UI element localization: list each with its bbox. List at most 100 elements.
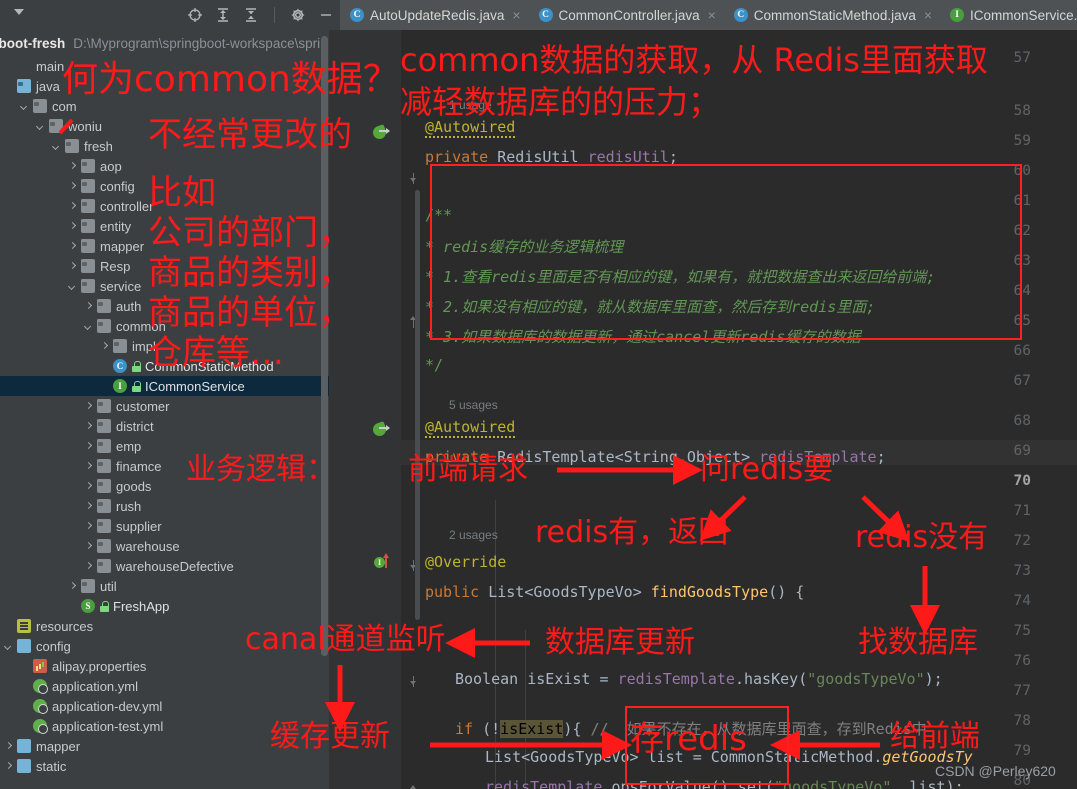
close-icon[interactable]: × — [512, 8, 520, 22]
chevron-right-icon[interactable] — [68, 222, 77, 231]
run-gutter-icon[interactable] — [371, 124, 390, 141]
tree-item-alipay-properties[interactable]: alipay.properties — [0, 656, 329, 676]
collapse-all-icon[interactable] — [243, 7, 259, 23]
chevron-down-icon[interactable] — [14, 9, 24, 15]
chevron-right-icon[interactable] — [68, 582, 77, 591]
chevron-right-icon[interactable] — [68, 202, 77, 211]
tree-item-district[interactable]: district — [0, 416, 329, 436]
chevron-right-icon[interactable] — [84, 502, 93, 511]
chevron-right-icon[interactable] — [100, 342, 109, 351]
chevron-right-icon[interactable] — [84, 482, 93, 491]
tree-item-application-yml[interactable]: application.yml — [0, 676, 329, 696]
run-gutter-icon[interactable] — [371, 421, 390, 438]
annotation-rarely-changed: 不经常更改的 — [148, 115, 352, 155]
tab-icommon-service[interactable]: I ICommonService.java × — [940, 0, 1077, 30]
line-number[interactable]: 67 — [1001, 373, 1031, 389]
package-icon — [81, 239, 95, 253]
tree-item-label: alipay.properties — [52, 658, 147, 674]
chevron-right-icon[interactable] — [68, 182, 77, 191]
line-number[interactable]: 77 — [1001, 683, 1031, 699]
line-number[interactable]: 75 — [1001, 623, 1031, 639]
chevron-right-icon[interactable] — [84, 542, 93, 551]
expand-all-icon[interactable] — [215, 7, 231, 23]
package-icon — [65, 139, 79, 153]
annotation-frontend-request: 前端请求 — [408, 452, 528, 487]
line-number[interactable]: 58 — [1001, 103, 1031, 119]
gear-icon[interactable] — [290, 7, 306, 23]
chevron-right-icon[interactable] — [84, 402, 93, 411]
line-number[interactable]: 73 — [1001, 563, 1031, 579]
line-number[interactable]: 57 — [1001, 50, 1031, 66]
close-icon[interactable]: × — [708, 8, 716, 22]
close-icon[interactable]: × — [924, 8, 932, 22]
usage-hint[interactable]: 5 usages — [449, 398, 498, 412]
chevron-right-icon[interactable] — [84, 522, 93, 531]
line-number[interactable]: 59 — [1001, 133, 1031, 149]
chevron-right-icon[interactable] — [4, 742, 13, 751]
chevron-right-icon[interactable] — [84, 302, 93, 311]
line-number[interactable]: 69 — [1001, 443, 1031, 459]
chevron-down-icon[interactable] — [68, 282, 77, 291]
tree-item-icommonservice[interactable]: I ICommonService — [0, 376, 329, 396]
package-icon — [81, 279, 95, 293]
code-line-58[interactable]: @Autowired — [425, 118, 516, 138]
chevron-right-icon[interactable] — [84, 442, 93, 451]
chevron-right-icon[interactable] — [68, 262, 77, 271]
locate-icon[interactable] — [187, 7, 203, 23]
chevron-right-icon[interactable] — [84, 562, 93, 571]
annotation-what-is-common: 何为common数据？ — [62, 59, 399, 100]
tab-common-static-method[interactable]: C CommonStaticMethod.java × — [724, 0, 940, 30]
line-number[interactable]: 66 — [1001, 343, 1031, 359]
project-path-row[interactable]: -boot-fresh D:\Myprogram\springboot-work… — [0, 30, 340, 56]
line-number[interactable]: 70 — [1001, 473, 1031, 489]
tree-item-util[interactable]: util — [0, 576, 329, 596]
override-gutter-icon[interactable]: I — [374, 553, 390, 570]
tree-item-application-dev-yml[interactable]: application-dev.yml — [0, 696, 329, 716]
tree-item-warehousedefective[interactable]: warehouseDefective — [0, 556, 329, 576]
tree-item-label: Resp — [100, 258, 131, 274]
chevron-right-icon[interactable] — [4, 762, 13, 771]
tree-item-rush[interactable]: rush — [0, 496, 329, 516]
code-line-66[interactable]: */ — [425, 356, 443, 374]
tab-common-controller[interactable]: C CommonController.java × — [529, 0, 724, 30]
line-number[interactable]: 74 — [1001, 593, 1031, 609]
package-icon — [97, 519, 111, 533]
chevron-right-icon[interactable] — [84, 422, 93, 431]
chevron-down-icon[interactable] — [84, 322, 93, 331]
line-number[interactable]: 76 — [1001, 653, 1031, 669]
code-editor[interactable]: 57 58 59 60 61 62 63 64 65 66 67 68 69 70 71 72 73 74 75 76… — [329, 30, 1077, 789]
minimize-icon[interactable] — [318, 7, 334, 23]
code-line-73[interactable]: public List<GoodsTypeVo> findGoodsType()… — [425, 583, 804, 601]
annotation-goods-category: 商品的类别， — [148, 253, 352, 293]
project-tree[interactable]: main java com woniu fresh aop config controller… — [0, 56, 329, 789]
chevron-down-icon[interactable] — [20, 102, 29, 111]
chevron-right-icon[interactable] — [68, 162, 77, 171]
chevron-down-icon[interactable] — [4, 642, 13, 651]
line-number[interactable]: 72 — [1001, 533, 1031, 549]
line-number[interactable]: 68 — [1001, 413, 1031, 429]
code-line-72[interactable]: @Override — [425, 553, 506, 571]
project-path: D:\Myprogram\springboot-workspace\sprin — [73, 35, 328, 51]
tree-item-supplier[interactable]: supplier — [0, 516, 329, 536]
chevron-right-icon[interactable] — [68, 242, 77, 251]
chevron-down-icon[interactable] — [52, 142, 61, 151]
tree-item-warehouse[interactable]: warehouse — [0, 536, 329, 556]
code-line-68[interactable]: @Autowired — [425, 418, 516, 438]
editor-scroll-strip[interactable] — [415, 30, 421, 789]
tree-item-freshapp[interactable]: S FreshApp — [0, 596, 329, 616]
line-number[interactable]: 79 — [1001, 743, 1031, 759]
tab-auto-update-redis[interactable]: C AutoUpdateRedis.java × — [340, 0, 529, 30]
line-number[interactable]: 71 — [1001, 503, 1031, 519]
chevron-right-icon[interactable] — [84, 462, 93, 471]
line-number[interactable]: 78 — [1001, 713, 1031, 729]
tree-item-customer[interactable]: customer — [0, 396, 329, 416]
watermark: CSDN @Perley620 — [935, 763, 1056, 779]
code-line-75[interactable]: Boolean isExist = redisTemplate.hasKey("… — [455, 670, 943, 688]
chevron-down-icon[interactable] — [36, 122, 45, 131]
annotation-db-update: 数据库更新 — [545, 625, 695, 660]
tree-item-static[interactable]: static — [0, 756, 329, 776]
usage-hint[interactable]: 2 usages — [449, 528, 498, 542]
